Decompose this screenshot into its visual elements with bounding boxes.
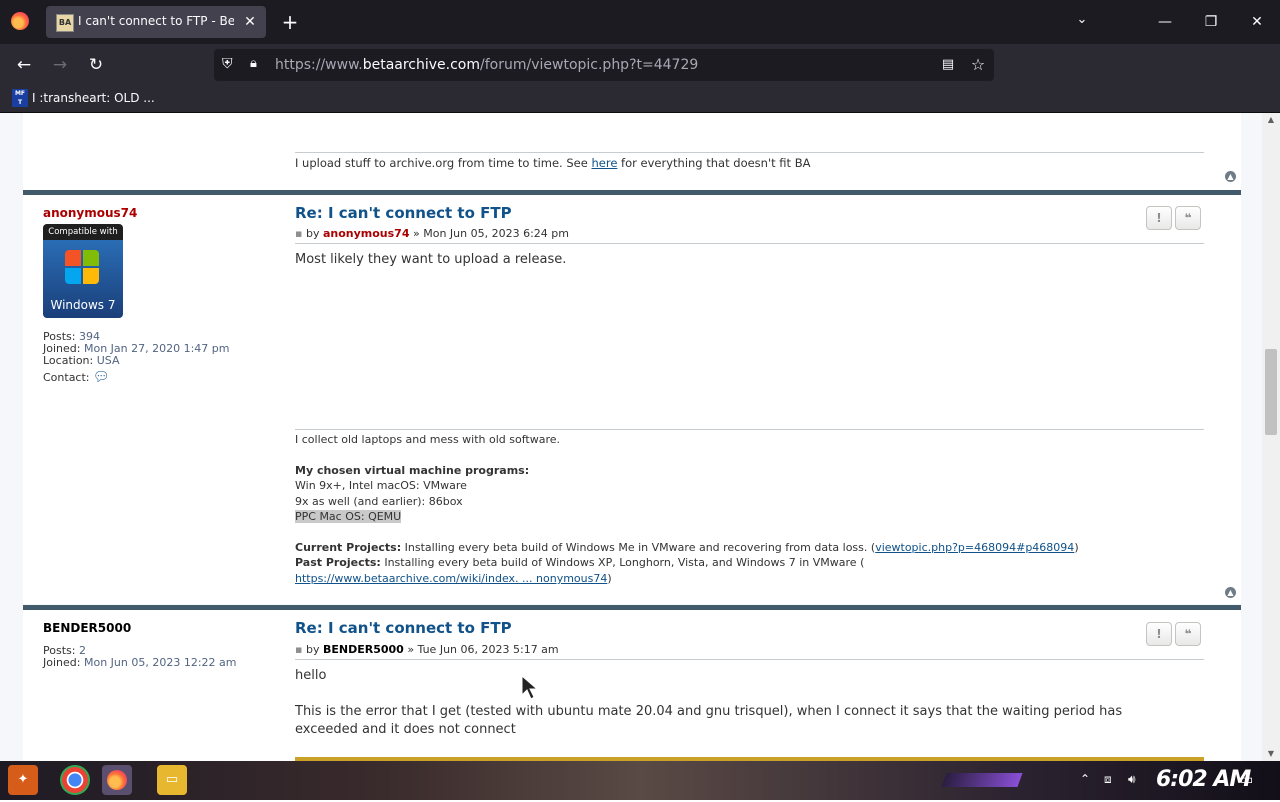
back-to-top-icon[interactable]: ▲ (1225, 587, 1236, 598)
here-link[interactable]: here (591, 156, 617, 170)
quote-button[interactable]: ❝ (1175, 622, 1201, 646)
betaarchive-favicon-icon: BA (56, 14, 74, 32)
scrollbar-thumb[interactable] (1265, 349, 1277, 435)
bookmark-star-icon[interactable]: ☆ (968, 55, 988, 75)
windows-logo-icon (65, 250, 101, 286)
profile-contact: Contact: 💬︎ (43, 370, 110, 385)
url-bar[interactable]: ⛨ 🔒︎ https://www.betaarchive.com/forum/v… (214, 49, 994, 81)
tab-title: I can't connect to FTP - Beta (78, 14, 234, 28)
signature-vm-heading: My chosen virtual machine programs: (295, 464, 530, 477)
contact-chat-icon[interactable]: 💬︎ (93, 370, 110, 385)
post-title-link[interactable]: Re: I can't connect to FTP (295, 204, 512, 222)
tab-active[interactable]: BA I can't connect to FTP - Beta ✕ (46, 6, 266, 38)
tab-bar: BA I can't connect to FTP - Beta ✕ + ⌄ —… (0, 0, 1280, 44)
taskbar-clock[interactable]: 6:02 AM (1156, 767, 1251, 792)
taskbar: ✦ ▭ ⌃ ⧈ 🔊︎ ▭ (0, 761, 1280, 800)
scroll-down-icon[interactable]: ▼ (1262, 747, 1280, 761)
chrome-icon[interactable] (60, 765, 90, 795)
post-content-line: hello (295, 668, 327, 683)
post-header-divider (295, 659, 1204, 660)
profile-joined: Joined: Mon Jun 05, 2023 12:22 am (43, 656, 237, 669)
back-to-top-icon[interactable]: ▲ (1225, 171, 1236, 182)
meta-author-link[interactable]: BENDER5000 (323, 643, 404, 656)
post-title-link[interactable]: Re: I can't connect to FTP (295, 619, 512, 637)
new-tab-icon[interactable]: + (280, 12, 300, 32)
back-icon[interactable]: ← (12, 53, 36, 77)
url-text[interactable]: https://www.betaarchive.com/forum/viewto… (275, 57, 698, 73)
post-meta: ▪ by BENDER5000 » Tue Jun 06, 2023 5:17 … (295, 643, 559, 656)
restore-icon[interactable]: ❐ (1188, 0, 1234, 44)
current-project-link[interactable]: viewtopic.php?p=468094#p468094 (875, 541, 1074, 554)
tab-close-icon[interactable]: ✕ (240, 12, 260, 32)
list-tabs-chevron-icon[interactable]: ⌄ (1072, 12, 1092, 32)
forward-icon[interactable]: → (48, 53, 72, 77)
forum-page: I upload stuff to archive.org from time … (0, 113, 1262, 761)
reader-view-icon[interactable]: ▤ (938, 55, 958, 75)
post-meta: ▪ by anonymous74 » Mon Jun 05, 2023 6:24… (295, 227, 569, 240)
badge-caption: Compatible with (43, 224, 123, 240)
signature-divider (295, 429, 1204, 430)
windows7-badge-image: Compatible with Windows 7 (43, 224, 123, 318)
post-content: Most likely they want to upload a releas… (295, 252, 567, 267)
file-explorer-icon[interactable]: ▭ (157, 765, 187, 795)
post-author-username[interactable]: BENDER5000 (43, 621, 131, 635)
network-icon[interactable]: ⧈ (1104, 772, 1112, 787)
scroll-up-icon[interactable]: ▲ (1262, 113, 1280, 127)
signature-line: I collect old laptops and mess with old … (295, 433, 561, 446)
close-window-icon[interactable]: ✕ (1234, 0, 1280, 44)
tray-chevron-icon[interactable]: ⌃ (1080, 772, 1090, 786)
post-icon[interactable]: ▪ (295, 643, 302, 656)
signature-vm-line: 9x as well (and earlier): 86box (295, 495, 463, 508)
bookmark-item[interactable]: I :transheart: OLD ... (32, 91, 155, 105)
signature-past-link-line: https://www.betaarchive.com/wiki/index. … (295, 572, 612, 585)
tracking-protection-icon[interactable]: ⛨ (222, 56, 238, 74)
badge-windows-text: Windows 7 (50, 298, 116, 312)
signature-divider (295, 152, 1204, 153)
report-button[interactable]: ! (1146, 622, 1172, 646)
volume-icon[interactable]: 🔊︎ (1128, 772, 1136, 787)
past-project-link[interactable]: https://www.betaarchive.com/wiki/index. … (295, 572, 607, 585)
bookmarks-toolbar (0, 86, 1280, 113)
quote-button[interactable]: ❝ (1175, 206, 1201, 230)
page-scrollbar[interactable]: ▲ ▼ (1262, 113, 1280, 761)
post-header-divider (295, 243, 1204, 244)
post-author-username[interactable]: anonymous74 (43, 206, 137, 220)
taskbar-decoration (941, 773, 1023, 787)
profile-location: Location: USA (43, 354, 120, 367)
previous-signature: I upload stuff to archive.org from time … (295, 156, 811, 170)
signature-vm-line: Win 9x+, Intel macOS: VMware (295, 479, 467, 492)
lock-icon[interactable]: 🔒︎ (250, 56, 266, 74)
start-button-icon[interactable]: ✦ (8, 765, 38, 795)
mouse-cursor-icon (521, 675, 539, 700)
signature-past-projects: Past Projects: Installing every beta bui… (295, 556, 865, 569)
firefox-icon[interactable] (11, 12, 29, 30)
meta-author-link[interactable]: anonymous74 (323, 227, 410, 240)
minimize-icon[interactable]: — (1142, 0, 1188, 44)
signature-current-projects: Current Projects: Installing every beta … (295, 541, 1079, 554)
bookmark-favicon-icon: MF T (12, 89, 28, 107)
reload-icon[interactable]: ↻ (84, 53, 108, 77)
firefox-taskbar-icon[interactable] (102, 765, 132, 795)
post-icon[interactable]: ▪ (295, 227, 302, 240)
post-content-line: This is the error that I get (tested wit… (295, 704, 1123, 737)
report-button[interactable]: ! (1146, 206, 1172, 230)
signature-vm-line: PPC Mac OS: QEMU (295, 510, 402, 523)
